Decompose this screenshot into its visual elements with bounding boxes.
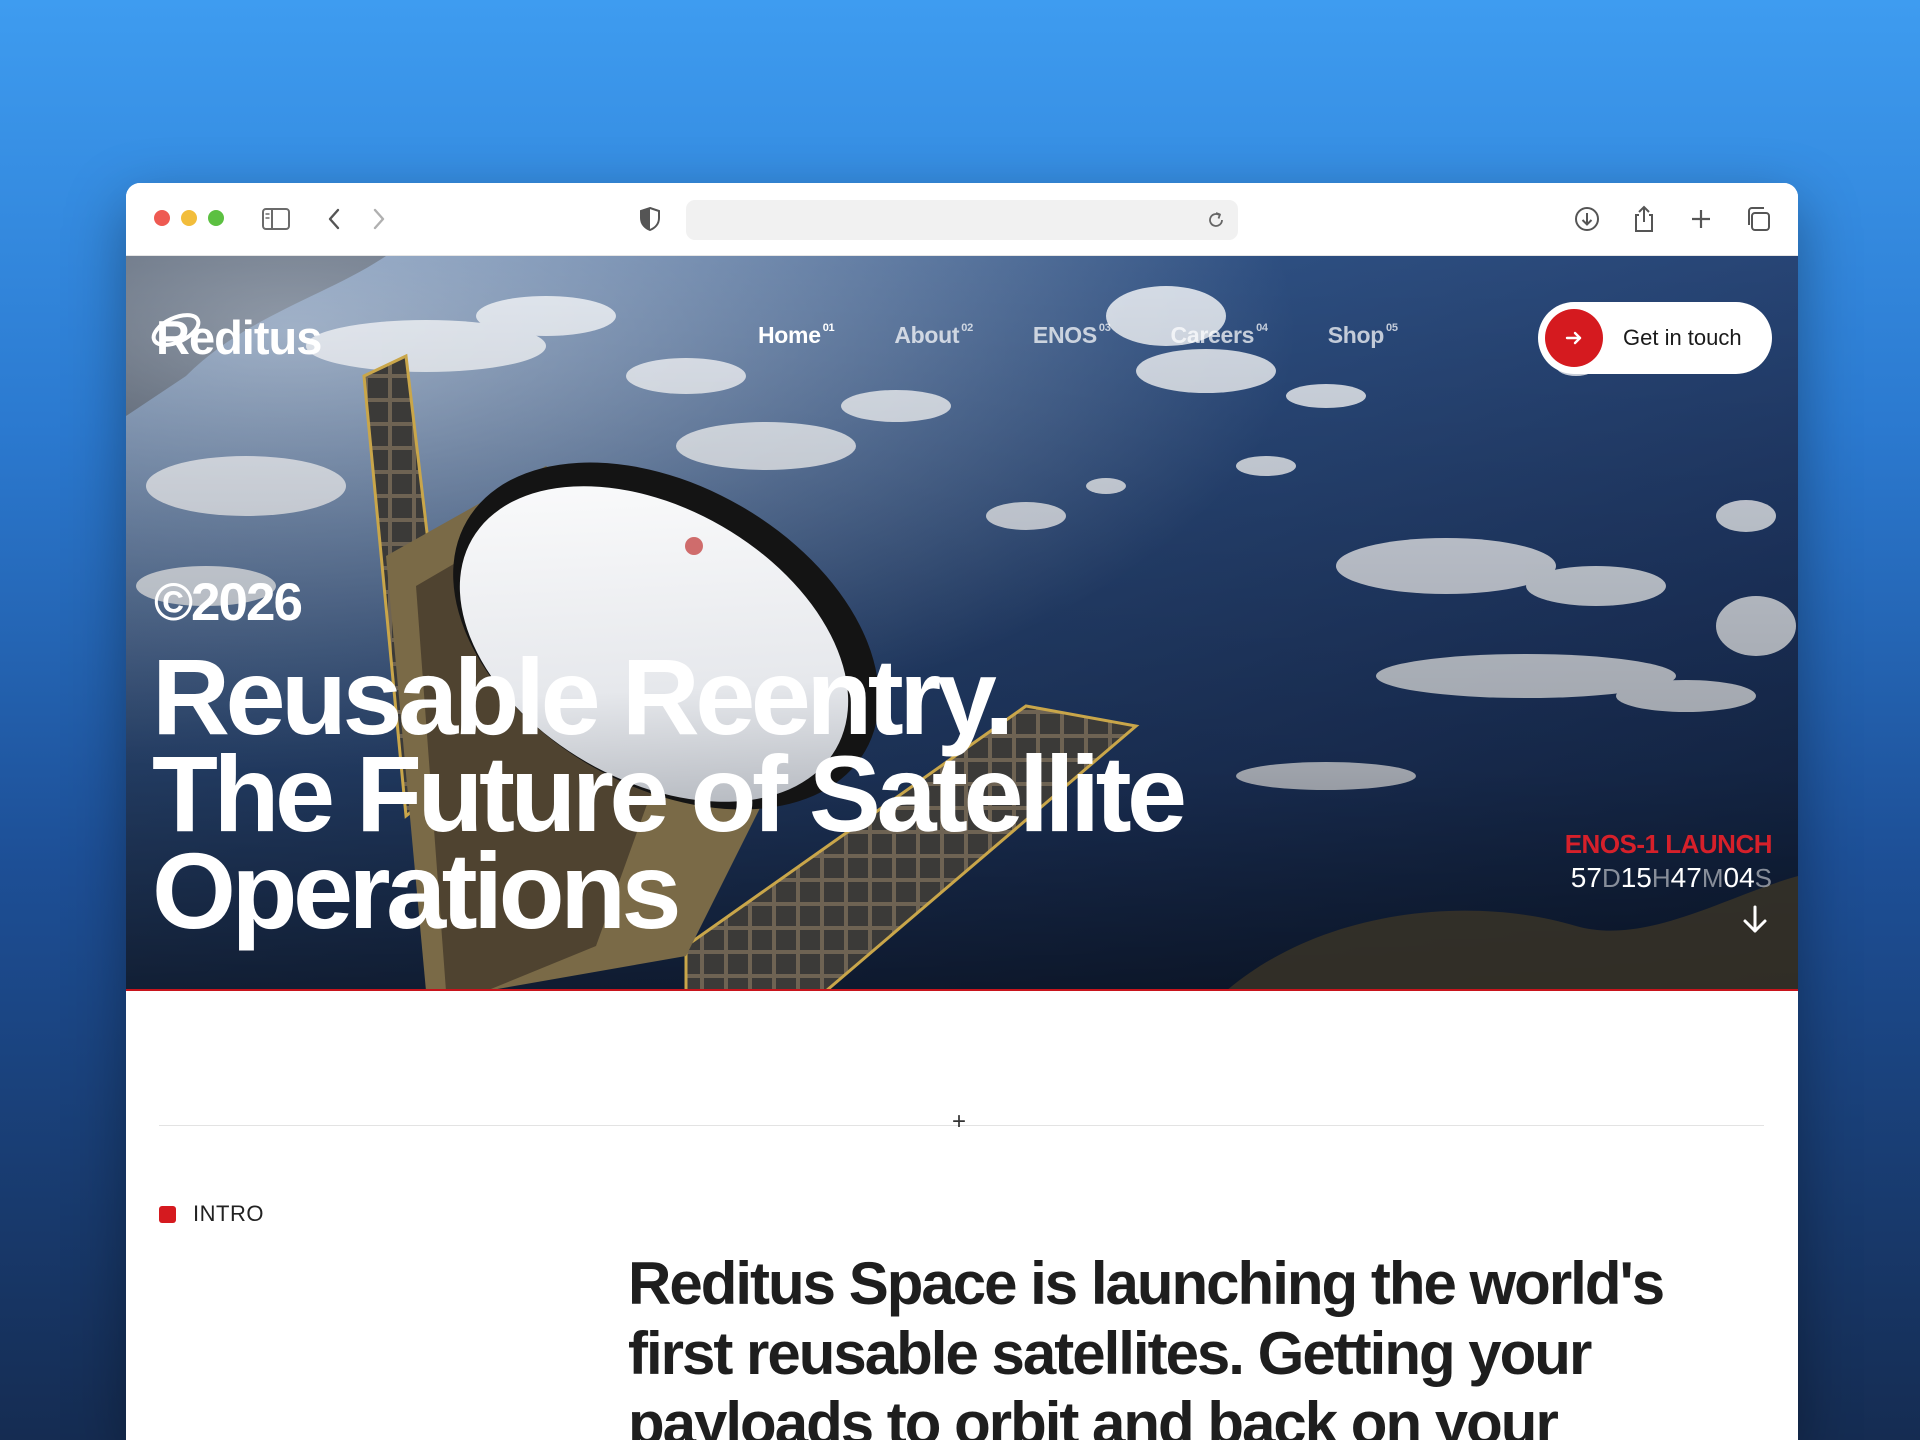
maximize-window-button[interactable] bbox=[208, 210, 224, 226]
shield-icon[interactable] bbox=[634, 203, 666, 235]
nav-label: Shop bbox=[1327, 322, 1385, 348]
nav-label: Home bbox=[758, 322, 821, 348]
cta-label: Get in touch bbox=[1623, 325, 1742, 350]
orbit-logo-icon bbox=[151, 313, 201, 347]
hero-headline: Reusable Reentry. The Future of Satellit… bbox=[152, 636, 1187, 951]
new-tab-icon[interactable] bbox=[1685, 203, 1717, 235]
share-icon[interactable] bbox=[1628, 203, 1660, 235]
countdown-seconds: 04 bbox=[1723, 862, 1755, 893]
nav-number: 02 bbox=[961, 322, 973, 334]
close-window-button[interactable] bbox=[154, 210, 170, 226]
countdown-unit: M bbox=[1701, 863, 1724, 893]
back-icon[interactable] bbox=[318, 203, 350, 235]
nav-label: Careers bbox=[1170, 322, 1255, 348]
nav-item-home[interactable]: Home 01 bbox=[758, 322, 835, 349]
headline-line: The Future of Satellite bbox=[152, 733, 1187, 854]
browser-toolbar bbox=[126, 183, 1798, 256]
nav-label: ENOS bbox=[1032, 322, 1097, 348]
countdown-minutes: 47 bbox=[1670, 862, 1702, 893]
headline-line: Reusable Reentry. bbox=[152, 636, 1014, 757]
minimize-window-button[interactable] bbox=[181, 210, 197, 226]
countdown-unit: S bbox=[1754, 863, 1772, 893]
reload-icon[interactable] bbox=[1200, 204, 1232, 236]
countdown-hours: 15 bbox=[1620, 862, 1652, 893]
nav-label: About bbox=[894, 322, 960, 348]
window-controls bbox=[154, 210, 224, 226]
nav-number: 05 bbox=[1386, 322, 1398, 334]
nav-item-careers[interactable]: Careers 04 bbox=[1170, 322, 1269, 349]
launch-countdown: ENOS-1 LAUNCH 57D15H47M04S bbox=[1564, 829, 1773, 894]
site-logo[interactable]: Reditus bbox=[151, 310, 322, 365]
countdown-days: 57 bbox=[1570, 862, 1602, 893]
launch-title: ENOS-1 LAUNCH bbox=[1564, 829, 1773, 859]
intro-section: + INTRO Reditus Space is launching the w… bbox=[126, 991, 1798, 1440]
nav-item-about[interactable]: About 02 bbox=[894, 322, 973, 349]
nav-item-shop[interactable]: Shop 05 bbox=[1328, 322, 1398, 349]
countdown-timer: 57D15H47M04S bbox=[1565, 862, 1772, 894]
main-nav: Home 01 About 02 ENOS 03 Careers 04 Shop 05 bbox=[758, 322, 1458, 349]
get-in-touch-button[interactable]: Get in touch bbox=[1538, 302, 1772, 374]
nav-number: 04 bbox=[1256, 322, 1268, 334]
intro-paragraph: Reditus Space is launching the world's f… bbox=[628, 1250, 1665, 1440]
download-icon[interactable] bbox=[1571, 203, 1603, 235]
scroll-down-icon[interactable] bbox=[1740, 904, 1770, 941]
hero-section: Reditus Home 01 About 02 ENOS 03 Careers 04 … bbox=[126, 256, 1798, 991]
headline-line: Operations bbox=[152, 830, 682, 951]
intro-label: INTRO bbox=[159, 1201, 264, 1227]
countdown-unit: H bbox=[1651, 863, 1671, 893]
copyright-year: ©2026 bbox=[154, 573, 303, 632]
tabs-overview-icon[interactable] bbox=[1742, 203, 1774, 235]
browser-window: Reditus Home 01 About 02 ENOS 03 Careers 04 … bbox=[126, 183, 1798, 1440]
countdown-unit: D bbox=[1601, 863, 1621, 893]
plus-icon: + bbox=[952, 1108, 967, 1135]
address-bar[interactable] bbox=[686, 200, 1238, 240]
nav-item-enos[interactable]: ENOS 03 bbox=[1033, 322, 1111, 349]
sidebar-icon[interactable] bbox=[260, 203, 292, 235]
nav-number: 03 bbox=[1098, 322, 1111, 334]
intro-label-text: INTRO bbox=[193, 1201, 264, 1226]
forward-icon[interactable] bbox=[363, 203, 395, 235]
red-square-icon bbox=[159, 1205, 176, 1223]
nav-number: 01 bbox=[822, 322, 835, 334]
arrow-right-icon bbox=[1545, 309, 1603, 367]
